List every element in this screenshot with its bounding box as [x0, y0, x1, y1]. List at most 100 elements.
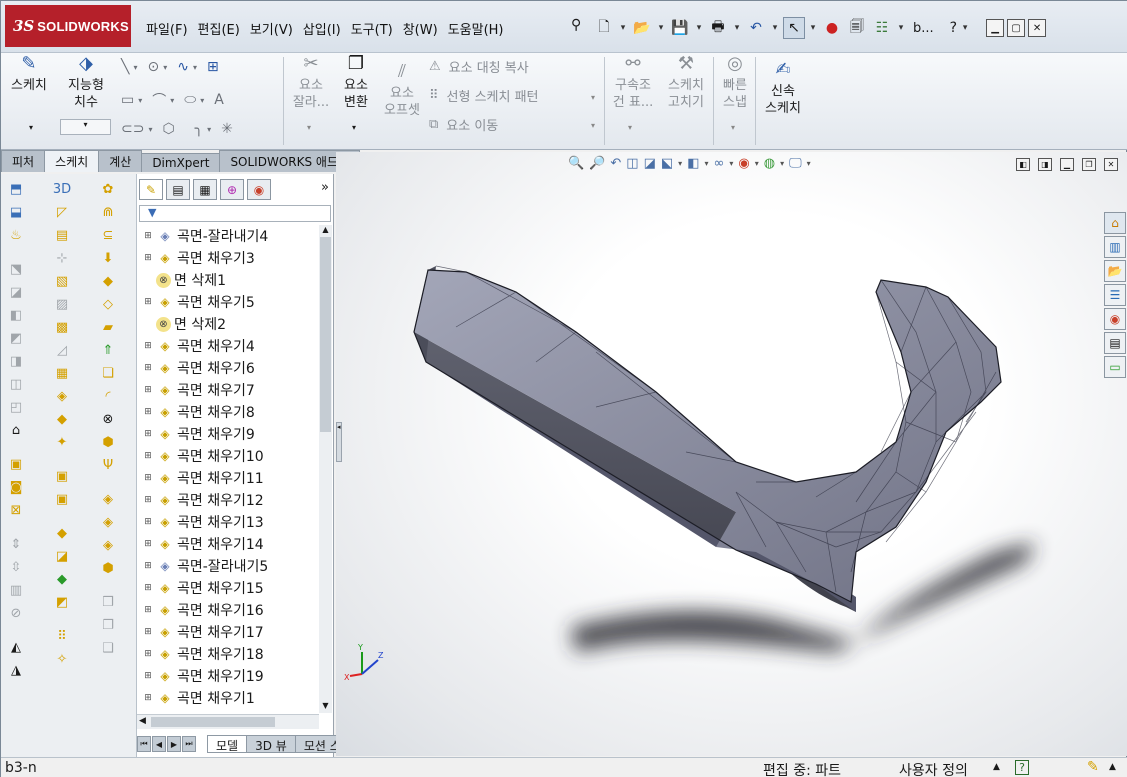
boundary-icon[interactable]: ◪ — [7, 283, 25, 301]
relations-dropdown-icon[interactable]: ▾ — [628, 123, 632, 132]
point-icon[interactable]: ✳ — [221, 121, 233, 137]
close-button[interactable]: ✕ — [1028, 19, 1047, 37]
surface-flatten-icon[interactable]: ▰ — [99, 318, 117, 336]
new-dropdown-icon[interactable]: ▾ — [618, 23, 628, 33]
help-dropdown-icon[interactable]: ▾ — [960, 23, 970, 33]
quick-tips-help-icon[interactable]: ? — [1015, 760, 1029, 775]
quick-snaps-dropdown-icon[interactable]: ▾ — [731, 123, 735, 132]
tree-node[interactable]: ⊞ ◈ 곡면 채우기5 — [137, 291, 319, 313]
loft-icon[interactable]: ⬔ — [7, 260, 25, 278]
smart-dimension-dropdown[interactable]: ▾ — [60, 119, 111, 135]
repair-sketch-button[interactable]: ⚒ 스케치 고치기 — [663, 55, 709, 111]
ellipse-icon[interactable]: ⬭ — [184, 92, 196, 108]
mid-surface-icon[interactable]: ◩ — [53, 593, 71, 611]
tree-node[interactable]: ⊞ ◈ 곡면 채우기9 — [137, 423, 319, 445]
save-dropdown-icon[interactable]: ▾ — [694, 23, 704, 33]
mirror-entities-button[interactable]: ⚠ 요소 대칭 복사 — [429, 57, 529, 76]
viewport-tile-1-button[interactable]: ◧ — [1016, 158, 1030, 171]
help-search-icon[interactable]: ? — [950, 20, 957, 36]
view-orientation-icon[interactable]: ⬕ — [661, 156, 673, 171]
surface-copy-icon[interactable]: ❏ — [99, 364, 117, 382]
expand-icon[interactable]: ⊞ — [142, 671, 154, 681]
solidworks-resources-icon[interactable]: ⌂ — [1104, 212, 1126, 234]
hide-show-items-icon[interactable]: ∞ — [714, 156, 725, 171]
viewport-tile-2-button[interactable]: ◨ — [1038, 158, 1052, 171]
ref-geom-3-icon[interactable]: ◈ — [99, 536, 117, 554]
custom-properties-icon[interactable]: ▤ — [1104, 332, 1126, 354]
trim-dropdown-icon[interactable]: ▾ — [307, 123, 311, 132]
surface-knit-icon[interactable]: ◇ — [99, 295, 117, 313]
expand-icon[interactable]: ⊞ — [142, 627, 154, 637]
extrude-icon[interactable]: ⬒ — [7, 180, 25, 198]
loft-surface-icon[interactable]: ⋒ — [99, 203, 117, 221]
curves-icon[interactable]: ◭ — [7, 638, 25, 656]
scroll-left-icon[interactable]: ◀ — [139, 716, 146, 726]
tree-node[interactable]: ⊞ ◈ 곡면 채우기16 — [137, 599, 319, 621]
new-document-icon[interactable]: 🗋 — [593, 17, 615, 39]
3d-sketch-icon[interactable]: 3D — [53, 180, 71, 198]
expand-icon[interactable]: ⊞ — [142, 385, 154, 395]
tree-filter-icon[interactable]: ▼ — [139, 205, 331, 222]
expand-icon[interactable]: ⊞ — [142, 693, 154, 703]
text-icon[interactable]: A — [214, 92, 224, 108]
tree-node[interactable]: ⊞ ◈ 곡면-잘라내기5 — [137, 555, 319, 577]
tree-node[interactable]: ⊞ ◈ 곡면 채우기6 — [137, 357, 319, 379]
pattern-feature-icon[interactable]: ⠿ — [53, 627, 71, 645]
smart-dimension-button[interactable]: ⬗ 지능형 치수 — [61, 55, 111, 111]
open-dropdown-icon[interactable]: ▾ — [656, 23, 666, 33]
status-options-dropdown-icon[interactable]: ▲ — [1109, 762, 1116, 772]
cut-with-surface-icon[interactable]: ◪ — [53, 547, 71, 565]
scroll-up-icon[interactable]: ▲ — [319, 225, 332, 237]
surface-mesh-icon[interactable]: ⊠ — [7, 501, 25, 519]
ref-geom-1-icon[interactable]: ◈ — [99, 490, 117, 508]
offset-entities-button[interactable]: ⫽ 요소 오프셋 — [379, 63, 425, 119]
revolve-icon[interactable]: ⬓ — [7, 203, 25, 221]
tree-node[interactable]: ⊞ ◈ 곡면 채우기4 — [137, 335, 319, 357]
tree-node[interactable]: ⊞ ◈ 곡면 채우기17 — [137, 621, 319, 643]
chamfer-icon[interactable]: ◨ — [7, 352, 25, 370]
select-dropdown-icon[interactable]: ▾ — [808, 23, 818, 33]
filled-surface-icon[interactable]: ▩ — [53, 318, 71, 336]
trim-entities-button[interactable]: ✂ 요소 잘라... — [291, 55, 331, 111]
prev-tab-icon[interactable]: ◀ — [152, 736, 166, 752]
expand-icon[interactable]: ⊞ — [142, 297, 154, 307]
tree-node[interactable]: ⊞ ◈ 곡면 채우기10 — [137, 445, 319, 467]
solidworks-logo[interactable]: 3S SOLIDWORKS — [5, 5, 131, 47]
expand-icon[interactable]: ⊞ — [142, 649, 154, 659]
move-dropdown-icon[interactable]: ▾ — [591, 121, 595, 130]
view-palette-icon[interactable]: ☰ — [1104, 284, 1126, 306]
planar-surface-icon[interactable]: ▤ — [53, 226, 71, 244]
boundary-surface-icon[interactable]: ⊆ — [99, 226, 117, 244]
previous-view-icon[interactable]: ↶ — [610, 156, 621, 171]
dome-icon[interactable]: ⌂ — [7, 421, 25, 439]
tree-node[interactable]: ⊞ ◈ 곡면 채우기7 — [137, 379, 319, 401]
expand-icon[interactable]: ⊞ — [142, 429, 154, 439]
view-tab-1[interactable]: 3D 뷰 — [246, 735, 296, 753]
sweep-icon[interactable]: ♨ — [7, 226, 25, 244]
section-view-icon[interactable]: ◫ — [626, 156, 638, 171]
tree-node[interactable]: ⊞ ◈ 곡면 채우기12 — [137, 489, 319, 511]
instant-sketch-button[interactable]: ✍ 신속 스케치 — [759, 61, 807, 117]
tree-node[interactable]: ⊞ ◈ 곡면 채우기18 — [137, 643, 319, 665]
curve-1-icon[interactable]: ❒ — [99, 593, 117, 611]
tree-node[interactable]: ⊞ ◈ 곡면 채우기1 — [137, 687, 319, 709]
box-icon[interactable]: ⬢ — [99, 433, 117, 451]
rectangle-icon[interactable]: ▭ — [121, 92, 134, 108]
expand-icon[interactable]: ⊞ — [142, 583, 154, 593]
delete-face-icon[interactable]: ▣ — [53, 467, 71, 485]
shell-icon[interactable]: ◫ — [7, 375, 25, 393]
menu-item[interactable]: 도구(T) — [346, 13, 398, 44]
collapse-panel-handle[interactable]: ◂ — [336, 422, 342, 462]
weld-icon[interactable]: Ψ — [99, 456, 117, 474]
view-tab-0[interactable]: 모델 — [207, 735, 248, 753]
expand-icon[interactable]: ⊞ — [142, 407, 154, 417]
ref-geom-2-icon[interactable]: ◈ — [99, 513, 117, 531]
freeform-icon[interactable]: ⬇ — [99, 249, 117, 267]
trim-surface-icon[interactable]: ◆ — [53, 410, 71, 428]
surface-extrude-icon[interactable]: ▣ — [7, 455, 25, 473]
sweep-surface-icon[interactable]: ✿ — [99, 180, 117, 198]
tab-3[interactable]: DimXpert — [141, 153, 221, 172]
feature-tree-tab-icon[interactable]: ✎ — [139, 179, 163, 200]
restore-button[interactable]: ▢ — [1007, 19, 1026, 37]
select-cursor-icon[interactable]: ↖ — [783, 17, 805, 39]
